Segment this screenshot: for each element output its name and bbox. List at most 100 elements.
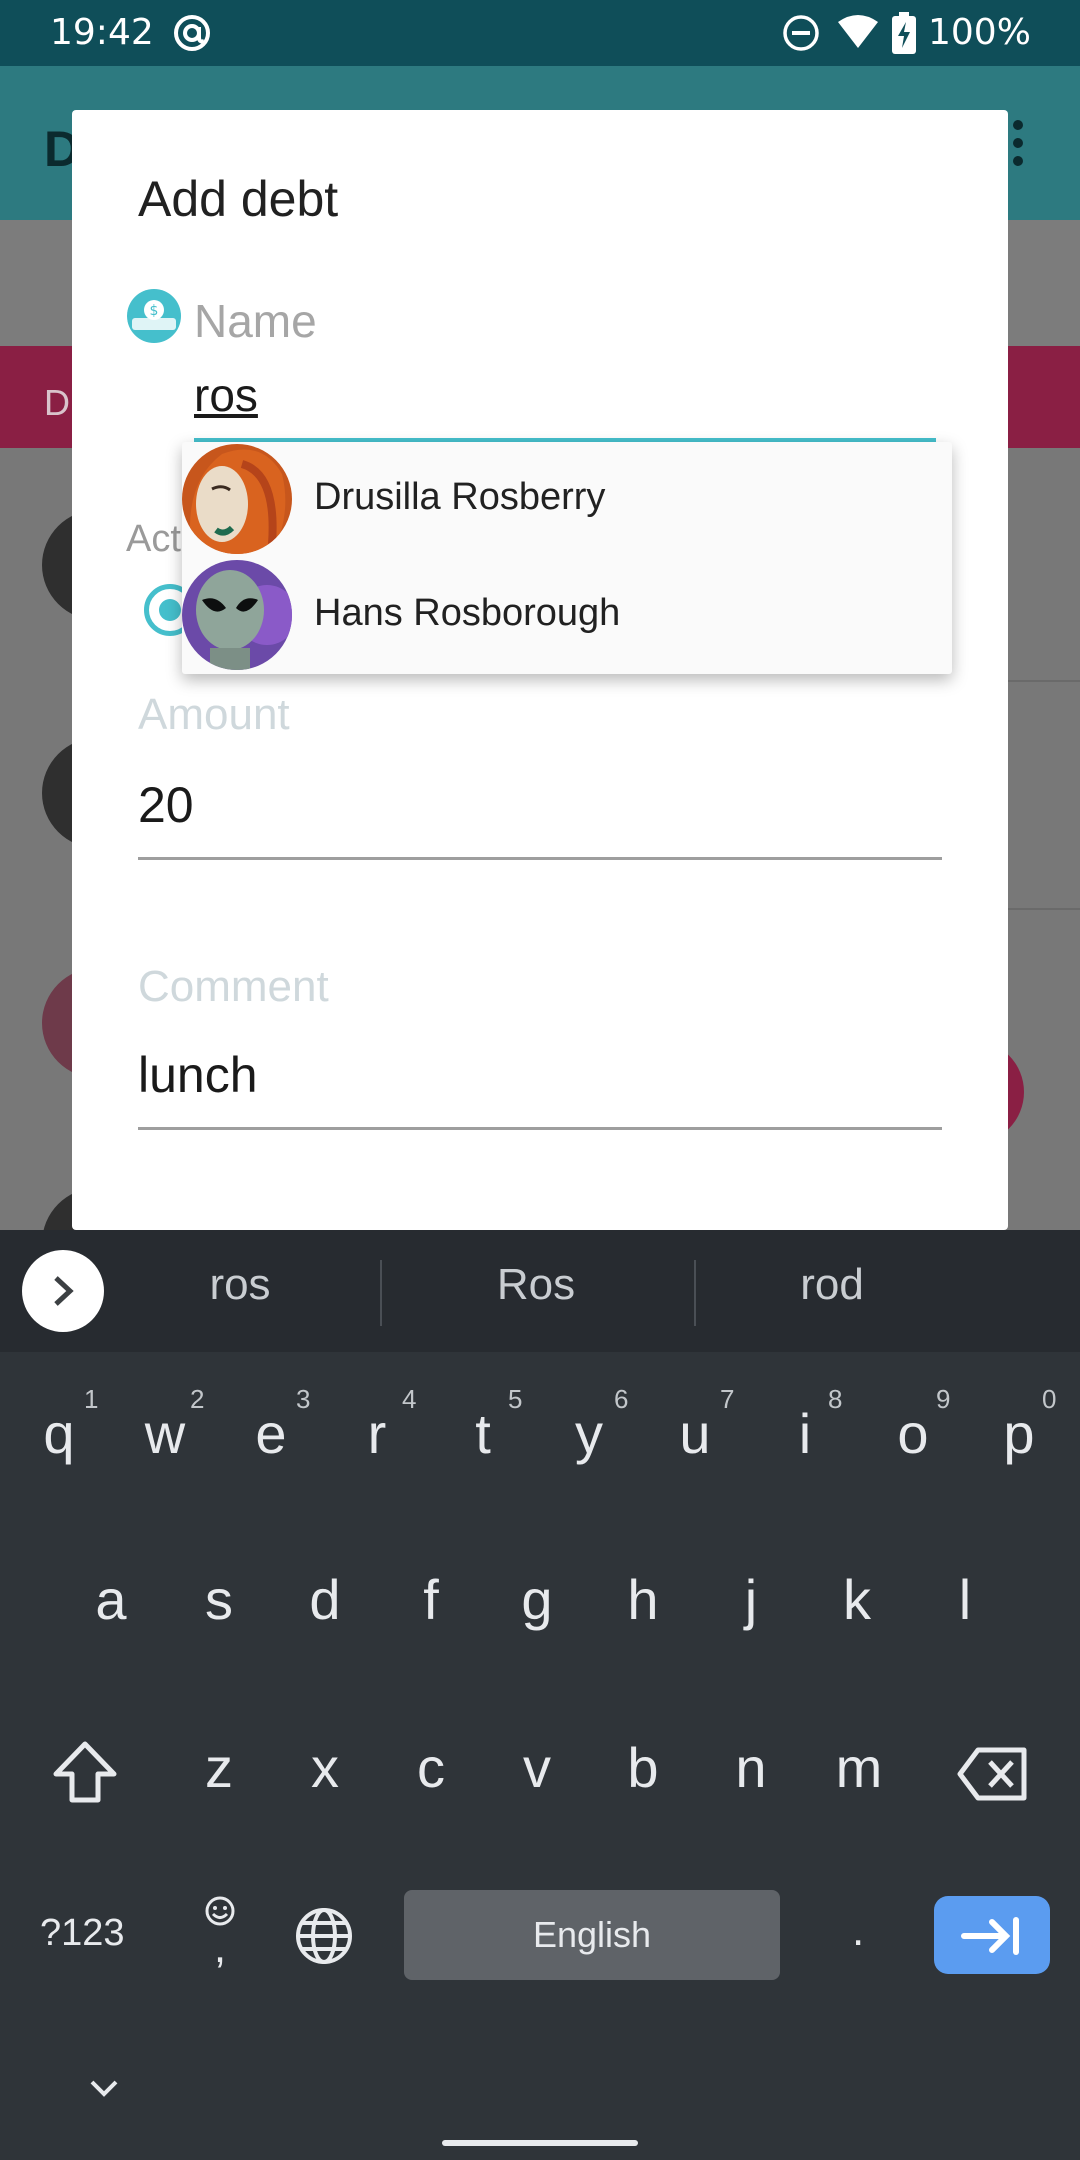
key-label: x [311,1736,339,1799]
key-label: v [523,1736,551,1799]
key-hint: 8 [828,1384,843,1414]
key-z[interactable]: z [186,1740,252,1796]
key-l[interactable]: l [932,1572,998,1628]
key-hint: 4 [402,1384,417,1414]
period-key[interactable]: . [852,1906,864,1956]
key-u[interactable]: 7u [662,1384,734,1465]
hide-keyboard-chevron-down-icon[interactable] [86,2076,122,2100]
wifi-icon [838,15,878,48]
suggestion-divider [380,1260,382,1326]
amount-input[interactable]: 20 [138,750,942,860]
key-label: n [735,1736,767,1799]
key-q[interactable]: 1q [26,1384,98,1462]
tab-arrow-icon [961,1917,1019,1955]
comma-label: , [213,1923,227,1972]
comma-emoji-key[interactable]: , [200,1894,240,1974]
key-label: c [417,1736,445,1799]
amount-label: Amount [138,690,290,739]
dialog-title: Add debt [138,171,339,227]
key-o[interactable]: 9o [880,1384,950,1462]
key-label: w [144,1402,186,1465]
keyboard-suggestion-bar: ros Ros rod [0,1230,1080,1352]
comment-label: Comment [138,962,329,1011]
key-m[interactable]: m [826,1740,892,1796]
key-s[interactable]: s [186,1572,252,1628]
key-label: s [205,1568,233,1631]
key-label: h [627,1568,659,1631]
backspace-icon[interactable] [956,1746,1028,1802]
key-n[interactable]: n [718,1740,784,1796]
key-hint: 5 [508,1384,523,1414]
key-v[interactable]: v [504,1740,570,1796]
keyboard-expand-button[interactable] [22,1250,104,1332]
key-d[interactable]: d [292,1572,358,1628]
suggestion-name: Drusilla Rosberry [314,476,606,518]
keyboard-suggestion[interactable]: ros [120,1260,360,1310]
red-haired-woman-avatar-icon [182,444,292,554]
key-k[interactable]: k [824,1572,890,1628]
key-h[interactable]: h [610,1572,676,1628]
chevron-right-icon [54,1276,74,1306]
suggestion-item[interactable]: Hans Rosborough [182,558,952,674]
name-input-value: ros [194,369,258,421]
key-i[interactable]: 8i [772,1384,843,1462]
soft-keyboard: ros Ros rod 1q 2w 3e 4r 5t 6y 7u 8i 9o 0… [0,1230,1080,2160]
at-sign-icon [174,15,210,51]
key-hint: 1 [84,1384,99,1414]
name-input[interactable]: ros [194,362,936,442]
name-suggestions-dropdown: Drusilla Rosberry Hans Rosborough [182,442,952,674]
shift-icon[interactable] [50,1740,120,1804]
symbols-key[interactable]: ?123 [40,1912,125,1955]
keyboard-suggestion[interactable]: Ros [416,1260,656,1310]
key-f[interactable]: f [398,1572,464,1628]
space-key[interactable]: English [404,1890,780,1980]
key-w[interactable]: 2w [132,1384,205,1465]
next-tab-key[interactable] [934,1896,1050,1974]
money-icon: $ [127,289,181,343]
suggestion-item[interactable]: Drusilla Rosberry [182,442,952,558]
key-label: j [744,1568,758,1631]
key-label: m [835,1736,883,1799]
suggestion-name: Hans Rosborough [314,592,621,634]
overflow-menu-icon[interactable] [1010,118,1026,168]
key-label: k [843,1568,871,1631]
key-hint: 2 [190,1384,205,1414]
key-g[interactable]: g [504,1572,570,1628]
key-e[interactable]: 3e [238,1384,310,1465]
name-label: Name [194,295,317,347]
key-y[interactable]: 6y [556,1384,628,1462]
key-label: b [627,1736,659,1799]
key-j[interactable]: j [718,1572,784,1628]
key-hint: 6 [614,1384,629,1414]
key-hint: 3 [296,1384,311,1414]
globe-icon[interactable] [294,1906,354,1966]
key-label: f [423,1568,439,1631]
key-t[interactable]: 5t [450,1384,522,1465]
action-label: Act [126,518,181,560]
key-label: t [475,1402,491,1465]
key-label: r [367,1402,387,1465]
key-label: d [309,1568,341,1631]
battery-percent: 100% [928,12,1031,53]
key-hint: 0 [1042,1384,1057,1414]
svg-text:$: $ [150,303,159,319]
key-label: l [958,1568,972,1631]
comment-input[interactable]: lunch [138,1022,942,1130]
key-hint: 9 [936,1384,951,1414]
alien-avatar-icon [182,560,292,670]
key-a[interactable]: a [78,1572,144,1628]
key-b[interactable]: b [610,1740,676,1796]
key-p[interactable]: 0p [986,1384,1056,1462]
key-label: u [679,1402,711,1465]
key-label: z [205,1736,233,1799]
app-tab-label: D [44,382,70,423]
amount-input-value: 20 [138,777,194,833]
key-c[interactable]: c [398,1740,464,1796]
key-label: e [255,1402,287,1465]
keyboard-suggestion[interactable]: rod [712,1260,952,1310]
status-bar: 19:42 100% [0,0,1080,66]
gesture-nav-handle[interactable] [442,2140,638,2146]
key-x[interactable]: x [292,1740,358,1796]
key-r[interactable]: 4r [344,1384,417,1465]
key-label: g [521,1568,553,1631]
